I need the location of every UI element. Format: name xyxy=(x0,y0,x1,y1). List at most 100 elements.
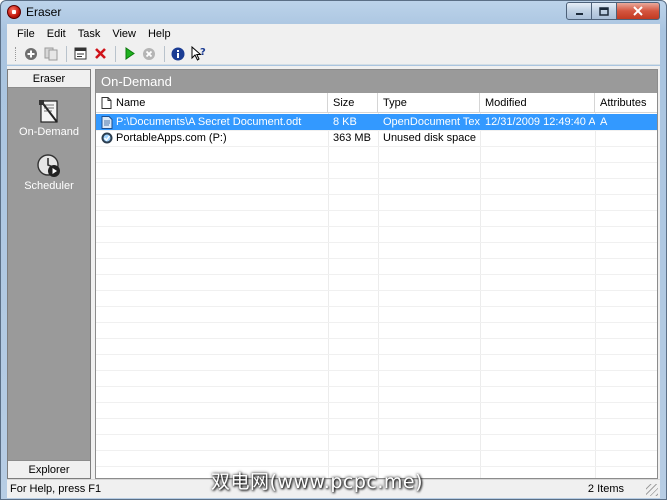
caption-buttons xyxy=(566,2,660,20)
delete-button[interactable] xyxy=(91,45,109,63)
row-line xyxy=(96,338,657,339)
row-line xyxy=(96,402,657,403)
properties-icon xyxy=(74,47,86,60)
column-size[interactable]: Size xyxy=(328,93,378,113)
eraser-app-icon[interactable] xyxy=(7,5,21,19)
copy-button[interactable] xyxy=(42,45,60,63)
cell-name: P:\Documents\A Secret Document.odt xyxy=(96,114,328,130)
table-row[interactable]: PortableApps.com (P:) 363 MB Unused disk… xyxy=(96,130,657,146)
row-line xyxy=(96,178,657,179)
menu-task[interactable]: Task xyxy=(72,28,107,40)
stop-button[interactable] xyxy=(140,45,158,63)
column-type[interactable]: Type xyxy=(378,93,480,113)
cell-attributes: A xyxy=(600,116,608,128)
minimize-button[interactable] xyxy=(566,2,592,20)
sidebar-item-label: Scheduler xyxy=(24,180,74,192)
sidebar: Eraser On-Demand Scheduler Explorer xyxy=(7,69,91,479)
status-help-text: For Help, press F1 xyxy=(10,483,102,495)
minimize-icon xyxy=(575,12,583,15)
title-bar[interactable]: Eraser xyxy=(1,1,666,23)
cell-modified: 12/31/2009 12:49:40 AM xyxy=(485,116,595,128)
row-line xyxy=(96,258,657,259)
grid-line xyxy=(480,113,481,478)
toolbar-separator xyxy=(164,45,165,62)
grid-line xyxy=(328,113,329,478)
grid-line xyxy=(378,113,379,478)
menu-view[interactable]: View xyxy=(106,28,142,40)
row-line xyxy=(96,306,657,307)
sidebar-item-scheduler[interactable]: Scheduler xyxy=(8,148,90,200)
client-area: Eraser On-Demand Scheduler Explorer On-D… xyxy=(7,66,660,479)
close-button[interactable] xyxy=(617,2,660,20)
column-header-row: Name Size Type Modified Attributes xyxy=(96,93,657,113)
column-modified[interactable]: Modified xyxy=(480,93,595,113)
column-attributes[interactable]: Attributes xyxy=(595,93,657,113)
menu-help[interactable]: Help xyxy=(142,28,177,40)
watermark: 双电网(www.pcpc.me) xyxy=(211,471,423,493)
task-list[interactable]: Name Size Type Modified Attributes P:\Do… xyxy=(96,93,657,478)
toolbar-separator xyxy=(115,45,116,62)
copy-icon xyxy=(44,47,58,60)
row-line xyxy=(96,290,657,291)
sidebar-footer-explorer[interactable]: Explorer xyxy=(8,460,90,478)
on-demand-panel: On-Demand Name Size Type Modified Attrib… xyxy=(95,69,658,479)
row-line xyxy=(96,434,657,435)
info-button[interactable] xyxy=(169,45,187,63)
scheduler-icon xyxy=(37,154,60,177)
stop-icon xyxy=(143,47,155,60)
panel-title: On-Demand xyxy=(96,70,657,93)
delete-icon xyxy=(94,48,106,59)
cell-type: Unused disk space xyxy=(383,132,476,144)
row-line xyxy=(96,226,657,227)
row-line xyxy=(96,370,657,371)
cell-attributes xyxy=(595,130,657,146)
cell-size: 363 MB xyxy=(333,132,371,144)
resize-grip[interactable] xyxy=(646,484,658,496)
toolbar-separator xyxy=(66,45,67,62)
info-icon xyxy=(171,47,185,60)
row-line xyxy=(96,162,657,163)
status-item-count: 2 Items xyxy=(587,483,624,495)
grid-line xyxy=(595,113,596,478)
run-icon xyxy=(125,47,135,60)
sidebar-header-eraser[interactable]: Eraser xyxy=(8,70,90,88)
menu-file[interactable]: File xyxy=(11,28,41,40)
maximize-button[interactable] xyxy=(592,2,617,20)
window-title: Eraser xyxy=(26,5,62,19)
cell-name: PortableApps.com (P:) xyxy=(96,130,328,146)
maximize-icon xyxy=(599,6,609,16)
new-task-button[interactable] xyxy=(22,45,40,63)
help-icon: ? xyxy=(191,46,206,61)
new-task-icon xyxy=(25,47,37,60)
row-line xyxy=(96,386,657,387)
document-icon xyxy=(101,115,113,129)
column-name[interactable]: Name xyxy=(96,93,328,113)
row-line xyxy=(96,210,657,211)
cell-modified xyxy=(480,130,595,146)
file-icon xyxy=(101,97,112,109)
close-icon xyxy=(633,6,643,16)
row-line xyxy=(96,418,657,419)
row-line xyxy=(96,450,657,451)
menu-edit[interactable]: Edit xyxy=(41,28,72,40)
cell-size: 8 KB xyxy=(333,116,357,128)
sidebar-item-on-demand[interactable]: On-Demand xyxy=(8,94,90,146)
menu-bar: File Edit Task View Help xyxy=(7,24,660,43)
on-demand-icon xyxy=(39,100,58,123)
sidebar-item-label: On-Demand xyxy=(19,126,79,138)
run-button[interactable] xyxy=(120,45,138,63)
row-line xyxy=(96,322,657,323)
row-line xyxy=(96,274,657,275)
whats-this-help-button[interactable]: ? xyxy=(189,45,207,63)
row-line xyxy=(96,146,657,147)
row-line xyxy=(96,242,657,243)
row-line xyxy=(96,354,657,355)
row-line xyxy=(96,194,657,195)
table-row[interactable]: P:\Documents\A Secret Document.odt 8 KB … xyxy=(96,114,657,130)
svg-text:?: ? xyxy=(200,47,206,58)
properties-button[interactable] xyxy=(71,45,89,63)
cell-type: OpenDocument Text xyxy=(383,116,480,128)
drive-icon xyxy=(101,132,113,144)
toolbar-grip[interactable] xyxy=(15,46,18,61)
toolbar: ? xyxy=(7,43,660,65)
